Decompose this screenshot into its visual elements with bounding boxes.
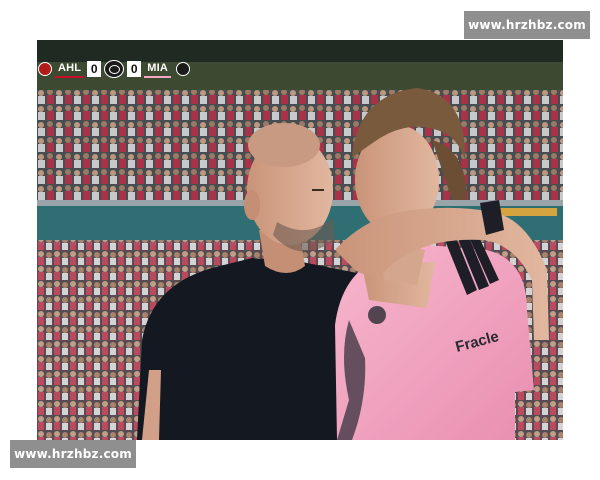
match-photo [37,40,563,440]
home-team-name: AHL [55,60,85,78]
scoreboard: AHL 0 0 MIA [37,59,190,79]
away-score: 0 [127,61,142,77]
away-crest-icon [175,62,190,76]
watermark-top: www.hrzhbz.com [464,11,590,39]
watermark-bottom: www.hrzhbz.com [10,440,136,468]
league-logo-icon [104,60,125,78]
home-score: 0 [87,61,102,77]
video-frame: AHL 0 0 MIA Fracle [37,40,563,440]
away-team-name: MIA [144,60,171,78]
home-crest-icon [38,62,52,76]
